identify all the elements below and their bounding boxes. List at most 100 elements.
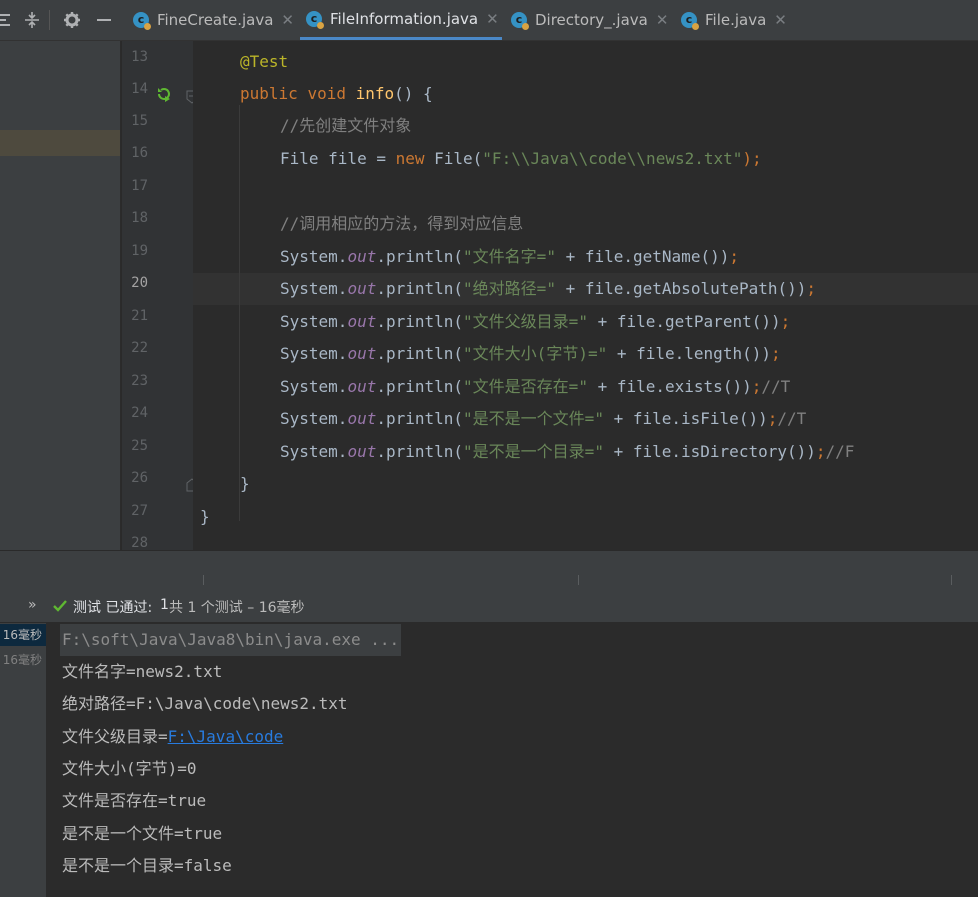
- code-line: //调用相应的方法，得到对应信息: [280, 208, 523, 240]
- gear-icon[interactable]: [62, 10, 82, 30]
- code-token: + file.getAbsolutePath()): [555, 279, 807, 298]
- console-command-line[interactable]: F:\soft\Java\Java8\bin\java.exe ...: [60, 624, 402, 656]
- java-class-icon: c: [133, 12, 151, 30]
- minimize-icon[interactable]: [94, 10, 114, 30]
- string-token: "是不是一个文件=": [463, 409, 604, 428]
- console-line: 文件大小(字节)=0: [62, 759, 197, 778]
- java-class-icon: c: [511, 12, 529, 30]
- line-number: 27: [131, 503, 148, 519]
- code-token: File file =: [280, 149, 396, 168]
- string-token: "F:\\Java\\code\\news2.txt": [482, 149, 743, 168]
- line-number: 18: [131, 210, 148, 226]
- code-token: ;: [770, 344, 781, 363]
- console-line: 绝对路径=F:\Java\code\news2.txt: [62, 694, 348, 713]
- close-icon[interactable]: ✕: [486, 10, 499, 28]
- code-token: ;: [815, 442, 826, 461]
- field-token: out: [347, 377, 377, 396]
- code-token: + file.getParent()): [587, 312, 781, 331]
- code-line: System.out.println("文件名字=" + file.getNam…: [280, 241, 739, 273]
- test-run-status-bar: » 测试 已通过: 1 共 1 个测试 – 16毫秒: [0, 592, 978, 622]
- code-line: System.out.println("文件是否存在=" + file.exis…: [280, 371, 790, 403]
- code-token: + file.exists()): [587, 377, 752, 396]
- code-line: System.out.println("是不是一个文件=" + file.isF…: [280, 403, 806, 435]
- tab-label: Directory_.java: [535, 11, 648, 29]
- code-line: System.out.println("是不是一个目录=" + file.isD…: [280, 436, 854, 468]
- line-number: 17: [131, 178, 148, 194]
- run-test-icon[interactable]: [156, 86, 172, 106]
- test-summary: 共 1 个测试 – 16毫秒: [169, 600, 305, 616]
- code-line: File file = new File("F:\\Java\\code\\ne…: [280, 143, 762, 175]
- string-token: "文件名字=": [463, 247, 556, 266]
- code-editor[interactable]: @Test public void info() { //先创建文件对象 Fil…: [193, 41, 978, 550]
- code-token: );: [742, 149, 762, 168]
- code-token: .println(: [376, 409, 464, 428]
- line-number: 22: [131, 340, 148, 356]
- code-token: System.: [280, 377, 348, 396]
- tab-file[interactable]: c File.java ✕: [675, 0, 793, 40]
- test-status-label: 测试 已通过:: [73, 600, 153, 616]
- tab-finecreate[interactable]: c FineCreate.java ✕: [127, 0, 294, 40]
- code-token: .println(: [376, 279, 464, 298]
- test-duration[interactable]: 16毫秒: [0, 649, 46, 671]
- close-icon[interactable]: ✕: [774, 11, 787, 29]
- test-count: 1: [160, 597, 169, 613]
- close-icon[interactable]: ✕: [656, 11, 669, 29]
- editor-tab-bar: c FineCreate.java ✕ c FileInformation.ja…: [0, 0, 978, 41]
- code-token: System.: [280, 247, 348, 266]
- line-number: 28: [131, 535, 148, 550]
- line-number: 24: [131, 405, 148, 421]
- console-output[interactable]: F:\soft\Java\Java8\bin\java.exe ... 文件名字…: [47, 623, 978, 897]
- expand-all-icon[interactable]: [22, 10, 42, 30]
- field-token: out: [347, 312, 377, 331]
- java-class-icon: c: [681, 12, 699, 30]
- line-number: 21: [131, 308, 148, 324]
- splitter-mark: [578, 575, 579, 585]
- console-line: 是不是一个目录=false: [62, 856, 232, 875]
- test-duration-selected[interactable]: 16毫秒: [0, 624, 46, 646]
- code-line: //先创建文件对象: [280, 110, 411, 142]
- close-icon[interactable]: ✕: [281, 11, 294, 29]
- line-number: 23: [131, 373, 148, 389]
- tab-directory[interactable]: c Directory_.java ✕: [505, 0, 671, 40]
- tab-label: File.java: [705, 11, 767, 29]
- expand-icon[interactable]: »: [28, 597, 37, 613]
- tool-window-separator[interactable]: [0, 550, 978, 593]
- code-token: System.: [280, 279, 348, 298]
- code-token: ;: [767, 409, 778, 428]
- code-token: + file.isFile()): [603, 409, 768, 428]
- keyword-token: new: [395, 149, 425, 168]
- field-token: out: [347, 442, 377, 461]
- console-path-link[interactable]: F:\Java\code: [168, 727, 284, 746]
- code-token: .println(: [376, 377, 464, 396]
- console-line: 文件是否存在=true: [62, 791, 207, 810]
- tab-label: FineCreate.java: [156, 11, 274, 29]
- string-token: "文件父级目录=": [463, 312, 588, 331]
- code-line: System.out.println("绝对路径=" + file.getAbs…: [280, 273, 816, 305]
- code-line: }: [240, 468, 250, 500]
- code-token: () {: [394, 84, 433, 103]
- console-line: 是不是一个文件=true: [62, 824, 223, 843]
- field-token: out: [347, 409, 377, 428]
- console-line: 文件名字=news2.txt: [62, 662, 223, 681]
- field-token: out: [347, 344, 377, 363]
- project-pane: [0, 41, 120, 550]
- project-selected-row[interactable]: [0, 130, 120, 156]
- comment-token: //调用相应的方法，得到对应信息: [280, 214, 524, 233]
- code-token: ;: [751, 377, 762, 396]
- console-line: 文件父级目录=F:\Java\code: [62, 721, 283, 753]
- annotation-token: @Test: [240, 52, 289, 71]
- comment-token: //T: [761, 377, 791, 396]
- code-token: }: [200, 507, 210, 526]
- line-number: 25: [131, 438, 148, 454]
- line-number: 14: [131, 81, 148, 97]
- collapse-all-icon[interactable]: [0, 10, 14, 30]
- string-token: "文件大小(字节)=": [463, 344, 608, 363]
- code-token: }: [240, 474, 250, 493]
- code-line: public void info() {: [240, 78, 433, 110]
- code-token: ;: [729, 247, 739, 266]
- code-line: System.out.println("文件父级目录=" + file.getP…: [280, 306, 790, 338]
- tab-fileinformation[interactable]: c FileInformation.java ✕: [300, 0, 502, 40]
- line-number: 19: [131, 243, 148, 259]
- code-token: .println(: [376, 312, 464, 331]
- code-token: System.: [280, 312, 348, 331]
